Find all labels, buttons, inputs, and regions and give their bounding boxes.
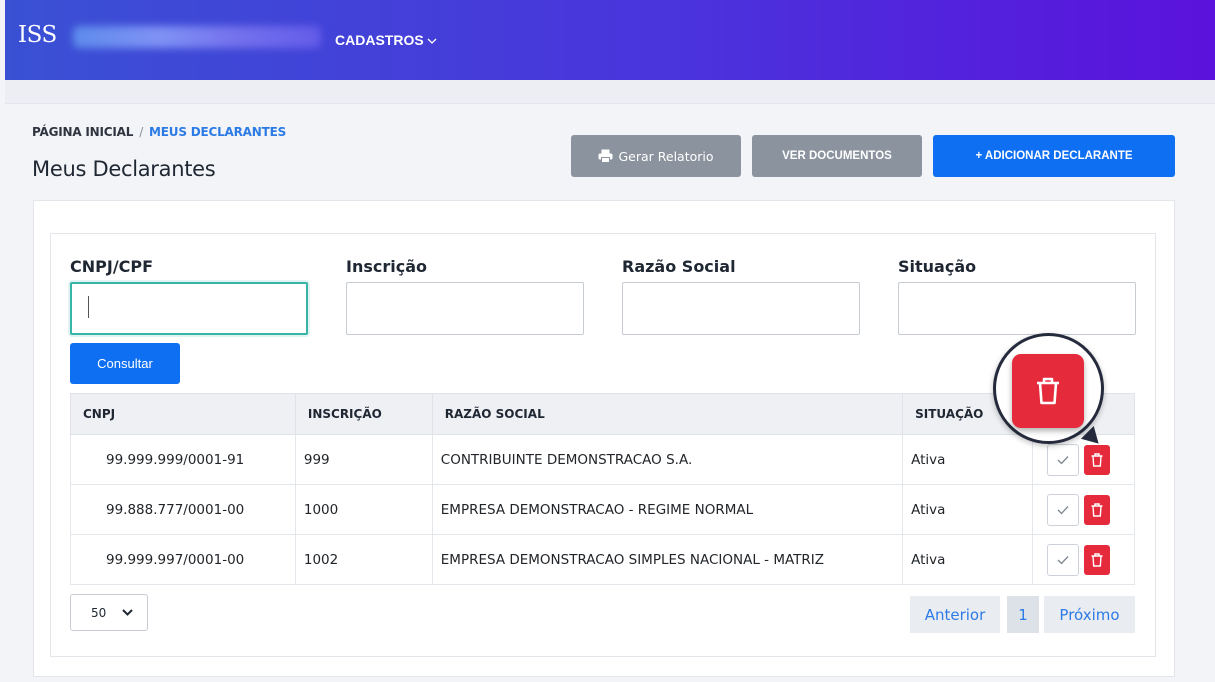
consultar-button[interactable]: Consultar <box>70 343 180 384</box>
cnpj-label: CNPJ/CPF <box>70 257 154 276</box>
cnpj-input[interactable] <box>70 282 308 335</box>
col-header-inscricao[interactable]: INSCRIÇÃO <box>294 393 433 435</box>
razao-social-input[interactable] <box>622 282 860 335</box>
situacao-label: Situação <box>898 257 977 276</box>
page-title: Meus Declarantes <box>32 157 216 181</box>
cell-razao-social: EMPRESA DEMONSTRACAO SIMPLES NACIONAL - … <box>431 534 904 585</box>
select-button[interactable] <box>1047 443 1080 476</box>
delete-button[interactable] <box>1084 444 1111 475</box>
declarants-table: CNPJ INSCRIÇÃO RAZÃO SOCIAL SITUAÇÃO 99.… <box>70 393 1135 585</box>
printer-icon <box>598 149 613 163</box>
check-icon <box>1057 505 1069 514</box>
trash-icon <box>1037 377 1059 405</box>
razao-social-label: Razão Social <box>622 257 736 276</box>
breadcrumb: PÁGINA INICIAL / MEUS DECLARANTES <box>32 125 286 139</box>
pagination-page-1[interactable]: 1 <box>1007 596 1039 633</box>
nav-cadastros-label: CADASTROS <box>335 32 424 48</box>
cell-actions <box>1032 484 1135 535</box>
delete-button[interactable] <box>1084 494 1111 525</box>
add-declarant-button[interactable]: + ADICIONAR DECLARANTE <box>933 135 1175 177</box>
inscricao-input[interactable] <box>346 282 584 335</box>
delete-button[interactable] <box>1084 544 1111 575</box>
cell-situacao: Ativa <box>902 484 1034 535</box>
cell-cnpj: 99.888.777/0001-00 <box>70 484 296 535</box>
cell-razao-social: EMPRESA DEMONSTRACAO - REGIME NORMAL <box>431 484 904 535</box>
table-header-row: CNPJ INSCRIÇÃO RAZÃO SOCIAL SITUAÇÃO <box>70 393 1135 435</box>
col-header-cnpj[interactable]: CNPJ <box>70 393 296 435</box>
cell-razao-social: CONTRIBUINTE DEMONSTRACAO S.A. <box>431 434 904 485</box>
check-icon <box>1057 455 1069 464</box>
sub-bar <box>5 80 1215 104</box>
view-documents-button[interactable]: VER DOCUMENTOS <box>752 135 922 177</box>
nav-cadastros-menu[interactable]: CADASTROS <box>335 32 437 48</box>
cell-inscricao: 1002 <box>294 534 433 585</box>
page-size-value: 50 <box>91 605 107 620</box>
breadcrumb-home[interactable]: PÁGINA INICIAL <box>32 125 133 139</box>
col-header-razao-social[interactable]: RAZÃO SOCIAL <box>431 393 904 435</box>
breadcrumb-separator: / <box>139 125 144 139</box>
cell-inscricao: 1000 <box>294 484 433 535</box>
situacao-input[interactable] <box>898 282 1136 335</box>
table-row: 99.999.999/0001-91 999 CONTRIBUINTE DEMO… <box>70 434 1135 485</box>
cell-cnpj: 99.999.997/0001-00 <box>70 534 296 585</box>
top-navbar: ISS CADASTROS <box>5 0 1215 80</box>
cell-situacao: Ativa <box>902 434 1034 485</box>
generate-report-label: Gerar Relatorio <box>618 148 714 164</box>
delete-callout-magnifier <box>993 333 1104 444</box>
cell-inscricao: 999 <box>294 434 433 485</box>
cell-situacao: Ativa <box>902 534 1034 585</box>
trash-icon <box>1091 552 1103 567</box>
check-icon <box>1057 555 1069 564</box>
inscricao-label: Inscrição <box>346 257 427 276</box>
cell-actions <box>1032 534 1135 585</box>
generate-report-button[interactable]: Gerar Relatorio <box>571 135 741 177</box>
chevron-down-icon <box>427 38 437 44</box>
select-button[interactable] <box>1047 493 1080 526</box>
cell-cnpj: 99.999.999/0001-91 <box>70 434 296 485</box>
table-row: 99.888.777/0001-00 1000 EMPRESA DEMONSTR… <box>70 484 1135 535</box>
select-button[interactable] <box>1047 543 1080 576</box>
brand-logo[interactable]: ISS <box>18 22 57 48</box>
page-size-select[interactable]: 50 <box>70 594 148 631</box>
chevron-down-icon <box>122 609 133 616</box>
trash-icon <box>1091 452 1103 467</box>
table-row: 99.999.997/0001-00 1002 EMPRESA DEMONSTR… <box>70 534 1135 585</box>
trash-icon <box>1091 502 1103 517</box>
brand-name-blurred <box>73 26 321 48</box>
breadcrumb-current[interactable]: MEUS DECLARANTES <box>149 125 286 139</box>
delete-button-zoomed <box>1012 354 1084 428</box>
text-caret <box>88 296 89 318</box>
pagination-next[interactable]: Próximo <box>1044 596 1135 633</box>
pagination-previous[interactable]: Anterior <box>910 596 1000 633</box>
